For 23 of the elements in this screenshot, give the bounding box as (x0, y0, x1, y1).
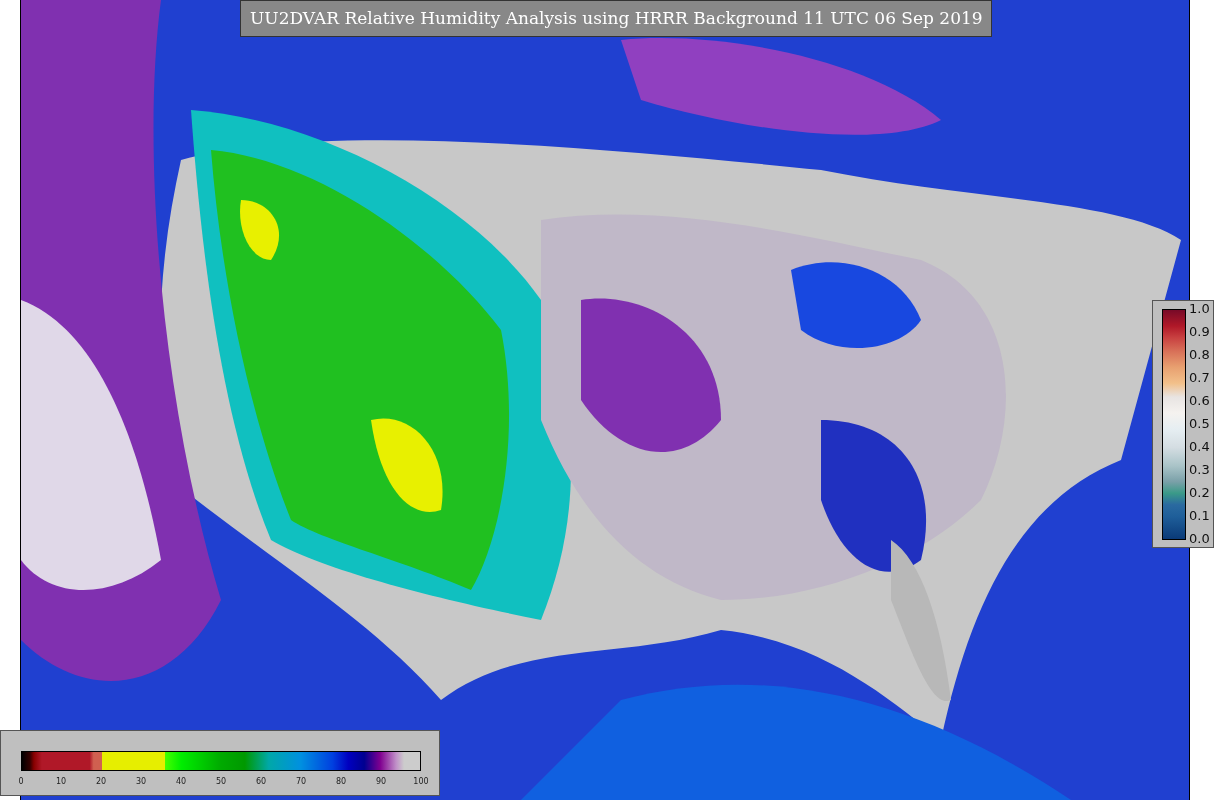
tick-label: 50 (214, 777, 228, 786)
tick-label: 10 (54, 777, 68, 786)
tick-label: 30 (134, 777, 148, 786)
tick-label: 0.4 (1189, 441, 1210, 453)
tick-label: 0.8 (1189, 349, 1210, 361)
tick-label: 0.6 (1189, 395, 1210, 407)
tick-label: 20 (94, 777, 108, 786)
tick-label: 0.5 (1189, 418, 1210, 430)
tick-label: 80 (334, 777, 348, 786)
tick-label: 1.0 (1189, 303, 1210, 315)
tick-label: 100 (412, 777, 430, 786)
tick-label: 90 (374, 777, 388, 786)
tick-label: 0.0 (1189, 533, 1210, 545)
map-title: UU2DVAR Relative Humidity Analysis using HRRR Background 11 UTC 06 Sep 2019 (240, 0, 992, 37)
tick-label: 40 (174, 777, 188, 786)
tick-label: 0.9 (1189, 326, 1210, 338)
tick-label: 60 (254, 777, 268, 786)
tick-label: 0.2 (1189, 487, 1210, 499)
tick-label: 0 (17, 777, 25, 786)
tick-label: 0.7 (1189, 372, 1210, 384)
tick-label: 0.3 (1189, 464, 1210, 476)
tick-label: 70 (294, 777, 308, 786)
tick-label: 0.1 (1189, 510, 1210, 522)
